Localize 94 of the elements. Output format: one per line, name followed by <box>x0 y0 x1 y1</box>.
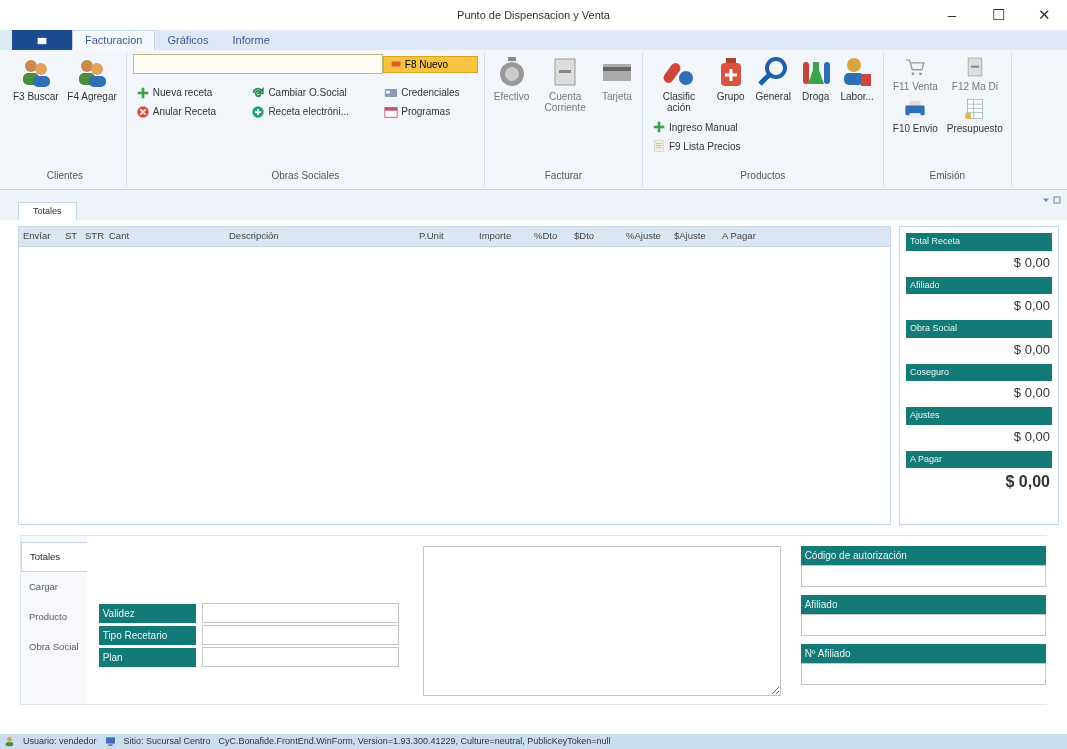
side-tab[interactable]: Cargar <box>21 572 87 602</box>
total-value: $ 0,00 <box>1012 384 1051 402</box>
ribbon-button[interactable]: F3 Buscar <box>10 54 62 104</box>
ribbon-button[interactable]: Credenciales <box>381 84 478 101</box>
status-text: Usuario: vendedor <box>23 734 97 748</box>
ribbon-button[interactable]: Receta electróni... <box>248 103 368 120</box>
group-label: Emisión <box>928 169 967 183</box>
side-tab[interactable]: Producto <box>21 602 87 632</box>
ribbon-button[interactable]: Programas <box>381 103 478 120</box>
document-tab[interactable]: Totales <box>18 201 77 220</box>
search-icon <box>757 56 790 88</box>
group-label: Facturar <box>543 169 583 183</box>
group-label: Productos <box>739 169 787 183</box>
card-icon <box>389 59 402 69</box>
total-label: A Pagar <box>906 450 1052 468</box>
ribbon-tab[interactable]: Informe <box>220 30 282 50</box>
group-label: Obras Sociales <box>270 169 341 183</box>
ribbon-button[interactable]: F9 Lista Precios <box>648 137 877 155</box>
plus-icon <box>135 85 150 100</box>
minimize-button[interactable]: – <box>929 0 975 30</box>
column-header[interactable]: Envíar <box>19 229 61 244</box>
new-button[interactable]: F8 Nuevo <box>382 55 478 73</box>
refresh-icon <box>251 85 266 100</box>
ribbon-button[interactable]: Droga <box>796 54 835 115</box>
calendar-icon <box>384 104 399 119</box>
column-header[interactable]: %Dto <box>530 229 570 244</box>
total-value: $ 0,00 <box>1012 253 1051 272</box>
status-text: Sitio: Sucursal Centro <box>123 734 211 748</box>
list-icon <box>651 139 666 154</box>
field-label: Afiliado <box>800 595 1046 614</box>
side-tab[interactable]: Obra Social <box>21 632 87 662</box>
field-label: Tipo Recetario <box>98 625 196 645</box>
field-label: Validez <box>98 603 196 623</box>
column-header[interactable]: %Ajuste <box>622 229 670 244</box>
file-menu-button[interactable] <box>12 30 72 50</box>
ribbon-button[interactable]: F4 Agregar <box>64 54 120 104</box>
total-label: Coseguro <box>906 363 1052 381</box>
ribbon-button[interactable]: Nueva receta <box>132 84 235 101</box>
cancel-icon <box>135 104 150 119</box>
input-field[interactable] <box>800 663 1046 685</box>
ribbon-button[interactable]: Grupo <box>711 54 750 115</box>
spreadsheet-icon <box>963 97 986 120</box>
plus-circle-icon <box>251 104 266 119</box>
computer-icon <box>104 736 116 747</box>
cart-icon <box>904 56 927 78</box>
input-field[interactable] <box>201 647 399 667</box>
column-header[interactable]: $Dto <box>570 229 622 244</box>
total-value: $ 0,00 <box>1004 472 1051 492</box>
window-icon <box>36 35 48 46</box>
column-header[interactable]: Descripción <box>225 229 415 244</box>
column-header[interactable]: STR <box>81 229 105 244</box>
field-label: Nº Afiliado <box>800 644 1046 663</box>
text-area[interactable] <box>422 546 781 696</box>
ribbon-button[interactable]: Labor... <box>837 54 877 115</box>
plus-icon <box>651 120 666 135</box>
input-field[interactable] <box>800 614 1046 636</box>
total-label: Obra Social <box>906 320 1052 338</box>
ribbon-button[interactable]: Presupuesto <box>944 95 1005 136</box>
total-label: Ajustes <box>906 407 1052 425</box>
ribbon-tab[interactable]: Gráficos <box>155 30 221 50</box>
ribbon-button[interactable]: General <box>752 54 794 115</box>
total-value: $ 0,00 <box>1012 297 1051 315</box>
group-label: Clientes <box>45 169 84 183</box>
column-header[interactable]: P.Unit <box>415 229 475 244</box>
ribbon-button[interactable]: Anular Receta <box>132 103 235 120</box>
window-icon <box>1053 196 1061 204</box>
ribbon-button[interactable]: Cambiar O.Social <box>248 84 368 101</box>
field-label: Plan <box>98 647 196 667</box>
total-value: $ 0,00 <box>1012 427 1051 446</box>
ribbon-tab[interactable]: Facturacion <box>72 30 156 50</box>
column-header[interactable]: Cant <box>105 229 225 244</box>
field-label: Código de autorización <box>800 546 1046 565</box>
close-button[interactable]: ✕ <box>1021 0 1067 30</box>
user-icon <box>4 736 15 747</box>
side-tab[interactable]: Totales <box>21 542 87 572</box>
total-label: Afiliado <box>906 276 1052 294</box>
total-value: $ 0,00 <box>1012 340 1051 359</box>
input-field[interactable] <box>201 603 399 623</box>
total-label: Total Receta <box>906 233 1052 251</box>
ribbon-button[interactable]: Clasific ación <box>648 54 709 115</box>
ribbon-button[interactable]: F10 Envio <box>889 95 941 136</box>
column-header[interactable]: Importe <box>475 229 530 244</box>
column-header[interactable]: $Ajuste <box>670 229 718 244</box>
search-field[interactable] <box>132 54 383 74</box>
input-field[interactable] <box>800 565 1046 587</box>
status-text: CyC.Bonafide.FrontEnd.WinForm, Version=1.93.300.41229, Culture=neutral, PublicKeyToken=null <box>218 734 611 748</box>
column-header[interactable]: A Pagar <box>718 229 890 244</box>
ribbon-button[interactable]: Ingreso Manual <box>648 118 877 136</box>
maximize-button[interactable]: ☐ <box>975 0 1021 30</box>
window-title: Punto de Dispensacion y Venta <box>457 7 610 23</box>
column-header[interactable]: ST <box>61 229 81 244</box>
dropdown-icon <box>1042 196 1051 204</box>
input-field[interactable] <box>201 625 399 645</box>
person-icon <box>841 56 874 88</box>
